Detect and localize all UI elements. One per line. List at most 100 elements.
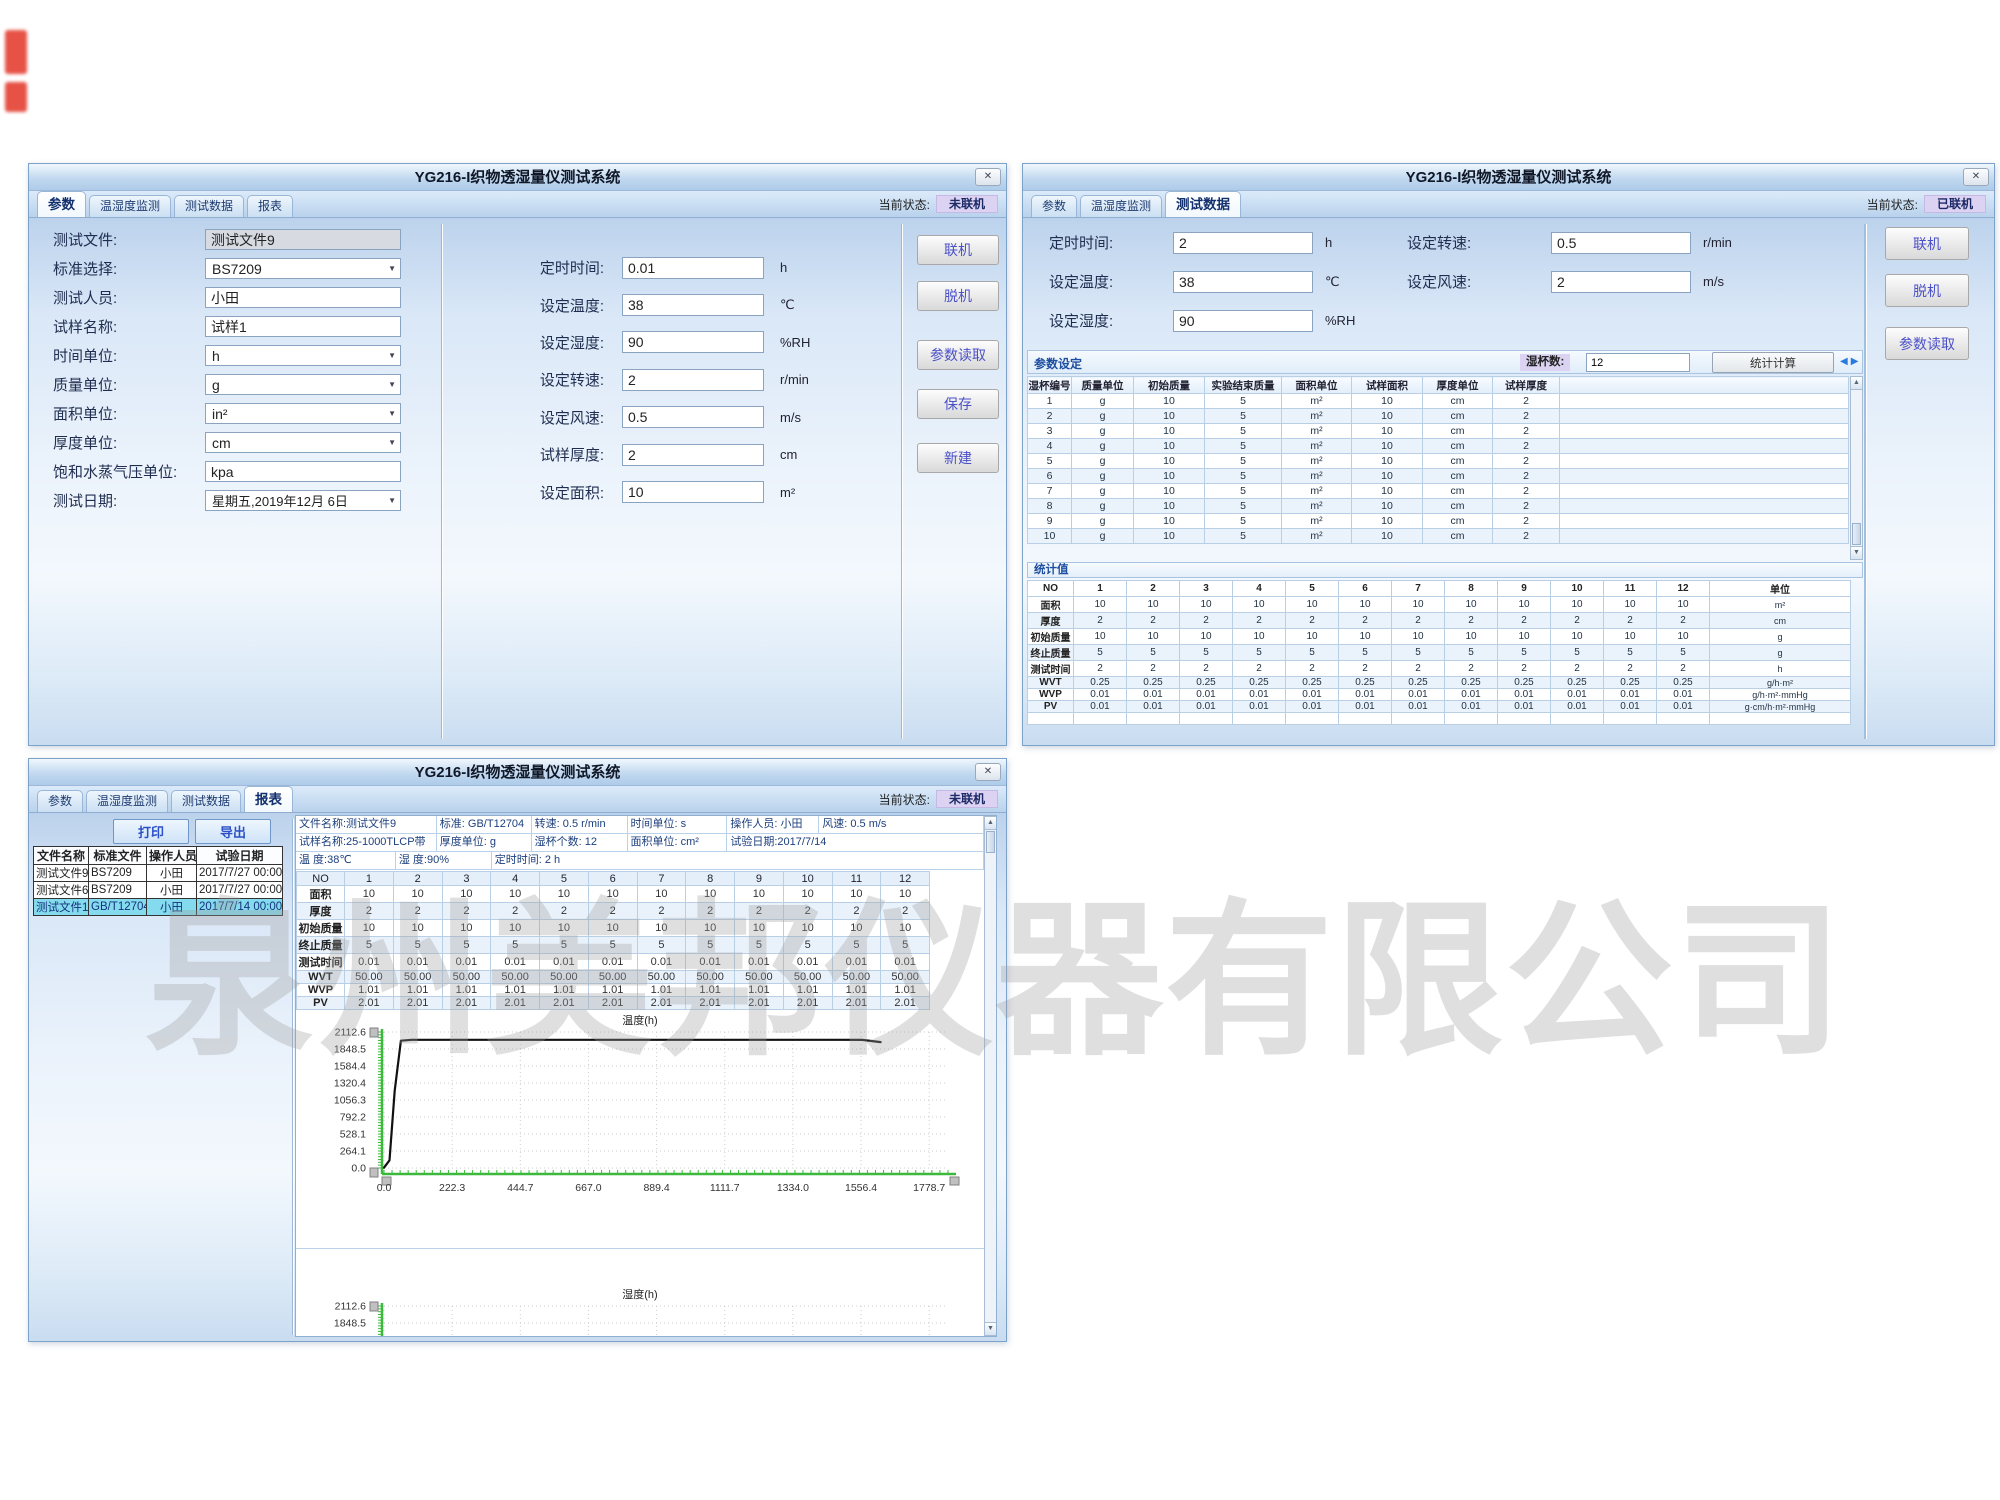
report-info-row: 试样名称:25-1000TLCP带厚度单位: g湿杯个数: 12面积单位: cm… [296, 834, 984, 852]
info-cell: 湿杯个数: 12 [532, 834, 628, 851]
table-cell: 2 [1493, 469, 1560, 484]
thickness-unit-select[interactable]: cm▼ [205, 432, 401, 453]
table-row[interactable]: 测试文件1GB/T12704小田2017/7/14 00:00 [34, 899, 283, 916]
read-params-button[interactable]: 参数读取 [1885, 327, 1969, 360]
table-cell: 50.00 [393, 971, 442, 984]
table-row[interactable]: 测试文件9BS7209小田2017/7/27 00:00 [34, 865, 283, 882]
red-artifact [5, 30, 27, 74]
table-cell [1560, 529, 1849, 544]
tester-field[interactable] [205, 287, 401, 308]
table-cell: 2 [1498, 613, 1551, 629]
tab-monitor[interactable]: 温湿度监测 [86, 790, 168, 812]
table-cell: 50.00 [442, 971, 491, 984]
field-label: 测试文件: [53, 229, 205, 250]
disconnect-button[interactable]: 脱机 [1885, 274, 1969, 307]
set-humidity-field[interactable] [622, 331, 764, 353]
tab-data[interactable]: 测试数据 [1165, 191, 1241, 217]
tab-params[interactable]: 参数 [1031, 195, 1077, 217]
set-wind-field[interactable] [1551, 271, 1691, 293]
calc-stats-button[interactable]: 统计计算 [1712, 352, 1834, 373]
area-unit-select[interactable]: in²▼ [205, 403, 401, 424]
cup-count-label: 湿杯数: [1520, 354, 1570, 371]
field-label: 设定风速: [1407, 271, 1537, 292]
report-info-row: 文件名称:测试文件9标准: GB/T12704转速: 0.5 r/min时间单位… [296, 816, 984, 834]
table-cell: 2 [1493, 439, 1560, 454]
table-cell [1560, 469, 1849, 484]
svg-text:1111.7: 1111.7 [710, 1182, 740, 1194]
print-button[interactable]: 打印 [113, 819, 189, 844]
set-humidity-field[interactable] [1173, 310, 1313, 332]
svg-text:889.4: 889.4 [643, 1182, 669, 1194]
table-cell: 50.00 [345, 971, 394, 984]
chart-title: 温度(h) [312, 1012, 968, 1026]
scroll-thumb[interactable] [986, 831, 995, 853]
field-value: 星期五,2019年12月 6日 [212, 491, 348, 510]
mass-unit-select[interactable]: g▼ [205, 374, 401, 395]
field-label: 设定温度: [1049, 271, 1159, 292]
save-button[interactable]: 保存 [917, 389, 999, 419]
table-cell: 面积 [1028, 597, 1074, 613]
col-header: 8 [1445, 581, 1498, 597]
scroll-down-icon[interactable]: ▼ [1851, 546, 1862, 559]
tab-params[interactable]: 参数 [37, 191, 86, 217]
tab-monitor[interactable]: 温湿度监测 [89, 195, 171, 217]
tab-data[interactable]: 测试数据 [171, 790, 241, 812]
scrollbar[interactable]: ▲ ▼ [1850, 376, 1863, 560]
info-cell: 厚度单位: g [437, 834, 532, 851]
tab-data[interactable]: 测试数据 [174, 195, 244, 217]
scrollbar[interactable]: ▲ ▼ [984, 816, 997, 1336]
set-rotation-field-row: 设定转速:r/min [459, 361, 889, 398]
table-cell: 2 [1498, 661, 1551, 677]
sample-thickness-field[interactable] [622, 444, 764, 466]
disconnect-button[interactable]: 脱机 [917, 281, 999, 311]
table-cell: 0.01 [1180, 701, 1233, 713]
section-title: 参数设定 [1034, 355, 1082, 372]
set-rotation-field[interactable] [1551, 232, 1691, 254]
set-wind-field[interactable] [622, 406, 764, 428]
table-cell: 2 [1551, 613, 1604, 629]
set-temperature-field[interactable] [1173, 271, 1313, 293]
arrow-right-icon[interactable]: ▶ [1851, 356, 1862, 367]
tab-report[interactable]: 报表 [244, 786, 293, 812]
timer-field[interactable] [1173, 232, 1313, 254]
table-cell: 5 [686, 937, 735, 954]
table-cell: 4 [1028, 439, 1072, 454]
test-file-field[interactable] [205, 229, 401, 250]
scroll-up-icon[interactable]: ▲ [1851, 377, 1862, 390]
svg-text:222.3: 222.3 [439, 1182, 465, 1194]
cup-count-input[interactable] [1586, 353, 1690, 372]
field-value: BS7209 [212, 261, 262, 277]
test-date-select[interactable]: 星期五,2019年12月 6日▼ [205, 490, 401, 511]
table-cell: 2 [1493, 424, 1560, 439]
export-button[interactable]: 导出 [195, 819, 271, 844]
set-area-field[interactable] [622, 481, 764, 503]
vapor-pressure-unit-field-row: 饱和水蒸气压单位: [53, 457, 438, 486]
arrow-left-icon[interactable]: ◀ [1840, 356, 1851, 367]
tab-monitor[interactable]: 温湿度监测 [1080, 195, 1162, 217]
test-file-field-row: 测试文件: [53, 225, 438, 254]
table-cell: 5 [1551, 645, 1604, 661]
time-unit-select[interactable]: h▼ [205, 345, 401, 366]
close-icon[interactable]: ✕ [1963, 168, 1989, 186]
connect-button[interactable]: 联机 [917, 235, 999, 265]
table-row[interactable]: 测试文件6BS7209小田2017/7/27 00:00 [34, 882, 283, 899]
vapor-pressure-unit-field[interactable] [205, 461, 401, 482]
scroll-thumb[interactable] [1852, 523, 1861, 545]
connect-button[interactable]: 联机 [1885, 227, 1969, 260]
tab-params[interactable]: 参数 [37, 790, 83, 812]
set-temperature-field[interactable] [622, 294, 764, 316]
sample-name-field[interactable] [205, 316, 401, 337]
read-params-button[interactable]: 参数读取 [917, 340, 999, 370]
timer-field[interactable] [622, 257, 764, 279]
set-rotation-field[interactable] [622, 369, 764, 391]
tab-report[interactable]: 报表 [247, 195, 293, 217]
close-icon[interactable]: ✕ [975, 168, 1001, 186]
scroll-up-icon[interactable]: ▲ [985, 817, 996, 830]
table-cell: 5 [1604, 645, 1657, 661]
scroll-down-icon[interactable]: ▼ [985, 1322, 996, 1335]
standard-select[interactable]: BS7209▼ [205, 258, 401, 279]
pager-arrows[interactable]: ◀▶ [1840, 356, 1861, 367]
new-button[interactable]: 新建 [917, 443, 999, 473]
close-icon[interactable]: ✕ [975, 763, 1001, 781]
window-test-data: YG216-I织物透湿量仪测试系统 ✕ 参数温湿度监测测试数据 当前状态: 已联… [1022, 163, 1995, 746]
